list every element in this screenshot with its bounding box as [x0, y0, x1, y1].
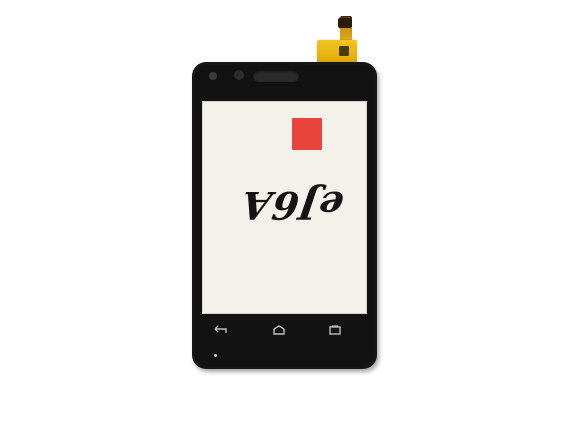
earpiece-speaker-slot	[253, 70, 299, 82]
home-icon	[270, 325, 288, 335]
back-arrow-icon	[212, 325, 230, 335]
front-camera-hole	[234, 70, 244, 80]
flex-ribbon-cable	[317, 40, 357, 64]
flex-cable-connector	[338, 18, 352, 28]
mic-hole	[214, 354, 217, 357]
handwritten-marking: eJ6A	[237, 183, 347, 228]
proximity-sensor	[209, 72, 217, 80]
menu-icon	[326, 325, 344, 335]
red-peel-tab	[292, 118, 322, 150]
photo-scene: eJ6A	[0, 0, 564, 423]
